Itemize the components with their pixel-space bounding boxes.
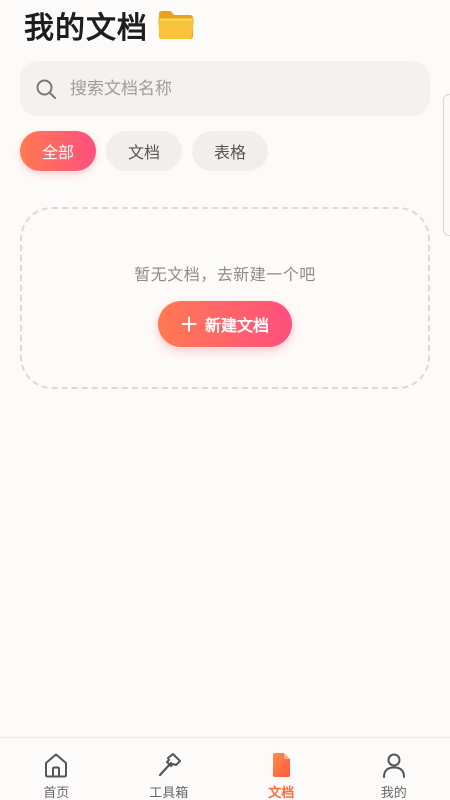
tab-documents[interactable]: 文档 xyxy=(225,738,338,800)
document-icon xyxy=(266,750,296,780)
documents-page: 我的文档 全部 文档 表格 暂无文档，去新建一个吧 xyxy=(0,0,450,800)
search-icon xyxy=(34,77,58,101)
page-title: 我的文档 xyxy=(24,11,148,46)
new-document-button[interactable]: 新建文档 xyxy=(158,301,292,347)
tab-home-label: 首页 xyxy=(43,786,70,800)
tab-toolbox-label: 工具箱 xyxy=(149,786,189,800)
filter-tabs: 全部 文档 表格 xyxy=(20,131,269,171)
home-icon xyxy=(41,750,71,780)
filter-chip-spreadsheets[interactable]: 表格 xyxy=(192,131,269,171)
scrollbar[interactable] xyxy=(443,94,450,236)
tab-home[interactable]: 首页 xyxy=(0,738,113,800)
tab-toolbox[interactable]: 工具箱 xyxy=(113,738,226,800)
filter-chip-documents[interactable]: 文档 xyxy=(106,131,183,171)
search-input[interactable] xyxy=(68,77,412,100)
bottom-navigation: 首页 工具箱 文档 我的 xyxy=(0,737,450,800)
empty-state-message: 暂无文档，去新建一个吧 xyxy=(134,265,316,284)
hammer-icon xyxy=(154,750,184,780)
tab-profile-label: 我的 xyxy=(380,786,407,800)
tab-profile[interactable]: 我的 xyxy=(338,738,450,800)
user-icon xyxy=(379,750,409,780)
plus-icon xyxy=(181,316,197,332)
search-bar[interactable] xyxy=(20,61,430,116)
folder-icon xyxy=(156,5,196,45)
new-document-label: 新建文档 xyxy=(204,316,269,335)
tab-documents-label: 文档 xyxy=(268,786,295,800)
empty-state-card: 暂无文档，去新建一个吧 新建文档 xyxy=(20,207,430,389)
filter-chip-all[interactable]: 全部 xyxy=(20,131,97,171)
page-header: 我的文档 xyxy=(24,2,196,48)
